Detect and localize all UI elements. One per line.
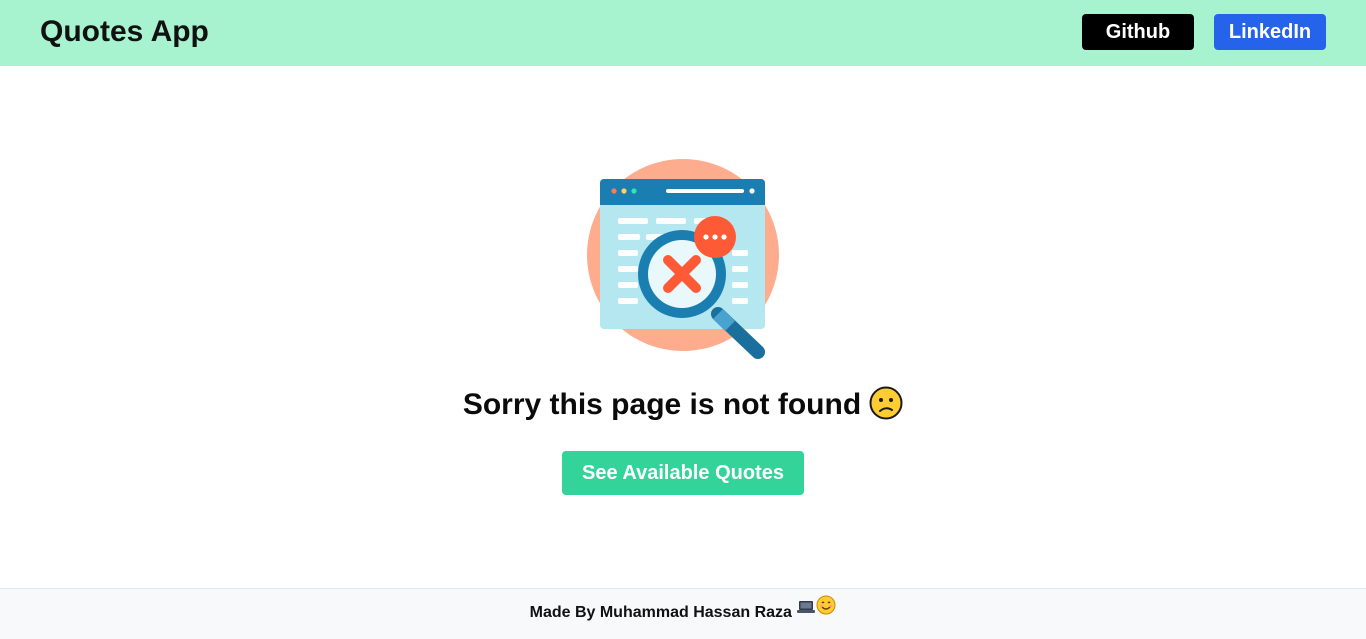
smiling-face-icon	[816, 587, 836, 635]
page-not-found-magnifier-icon	[582, 156, 784, 362]
laptop-icon	[796, 587, 816, 635]
navbar: Quotes App Github LinkedIn	[0, 0, 1366, 66]
github-button[interactable]: Github	[1082, 14, 1194, 50]
brand-title[interactable]: Quotes App	[40, 14, 209, 50]
not-found-text: Sorry this page is not found	[462, 388, 862, 421]
footer: Made By Muhammad Hassan Raza	[0, 588, 1366, 639]
sad-face-icon	[869, 386, 903, 420]
linkedin-button[interactable]: LinkedIn	[1214, 14, 1326, 50]
see-available-quotes-button[interactable]: See Available Quotes	[562, 451, 804, 495]
footer-credit: Made By Muhammad Hassan Raza	[529, 604, 792, 621]
not-found-message: Sorry this page is not found	[0, 384, 1366, 426]
